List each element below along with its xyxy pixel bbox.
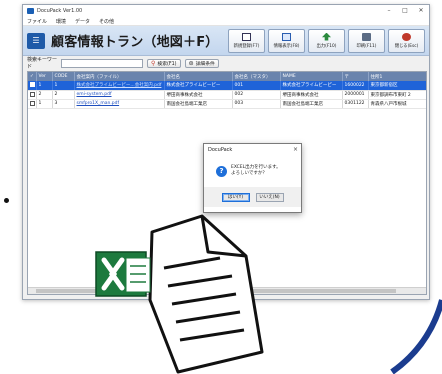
excel-icon (95, 251, 151, 297)
decorative-file-icons (95, 214, 264, 374)
screenshot-stage: DocuPack Ver1.00 – □ ✕ ファイル 環境 データ その他 ☰… (0, 0, 442, 374)
document-icon (148, 214, 264, 374)
